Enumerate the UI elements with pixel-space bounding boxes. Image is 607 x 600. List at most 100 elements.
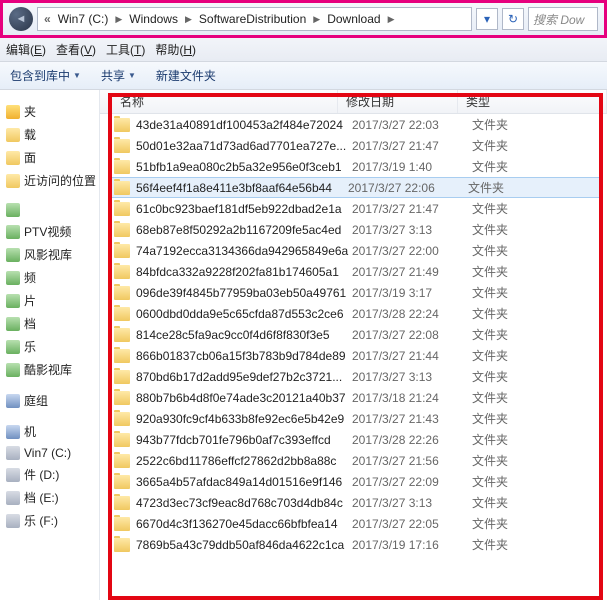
file-date: 2017/3/28 22:24 [352,307,472,321]
column-name[interactable]: 名称 [100,90,338,113]
table-row[interactable]: 096de39f4845b77959ba03eb50a497612017/3/1… [100,282,607,303]
file-name: 68eb87e8f50292a2b1167209fe5ac4ed [136,223,352,237]
media-icon [6,248,20,262]
chevron-down-icon: ▼ [73,71,81,80]
table-row[interactable]: 943b77fdcb701fe796b0af7c393effcd2017/3/2… [100,429,607,450]
sidebar-item[interactable]: 档 [0,312,99,335]
file-date: 2017/3/27 22:05 [352,517,472,531]
crumb-seg[interactable]: SoftwareDistribution [196,12,309,26]
file-type: 文件夹 [472,452,508,469]
folder-icon [114,349,130,363]
sidebar-item[interactable]: 面 [0,146,99,169]
media-icon [6,203,20,217]
table-row[interactable]: 74a7192ecca3134366da942965849e6a2017/3/2… [100,240,607,261]
breadcrumb[interactable]: « Win7 (C:) ▶ Windows ▶ SoftwareDistribu… [37,7,472,31]
file-type: 文件夹 [472,326,508,343]
menu-item[interactable]: 查看(V) [56,41,96,58]
table-row[interactable]: 43de31a40891df100453a2f484e720242017/3/2… [100,114,607,135]
toolbar: 包含到库中 ▼ 共享 ▼ 新建文件夹 [0,62,607,90]
folder-icon [114,391,130,405]
table-row[interactable]: 880b7b6b4d8f0e74ade3c20121a40b372017/3/1… [100,387,607,408]
file-date: 2017/3/27 22:03 [352,118,472,132]
file-name: 2522c6bd11786effcf27862d2bb8a88c [136,454,352,468]
sidebar-item[interactable]: Vin7 (C:) [0,443,99,463]
drive-icon [6,468,20,482]
file-date: 2017/3/27 21:43 [352,412,472,426]
search-input[interactable]: 搜索 Dow [528,7,598,31]
folder-icon [114,517,130,531]
sidebar-item[interactable]: 机 [0,420,99,443]
crumb-seg[interactable]: Windows [126,12,181,26]
table-row[interactable]: 6670d4c3f136270e45dacc66bfbfea142017/3/2… [100,513,607,534]
refresh-button[interactable]: ↻ [502,8,524,30]
sidebar-item[interactable]: 乐 [0,335,99,358]
sidebar-item[interactable]: 频 [0,266,99,289]
table-row[interactable]: 870bd6b17d2add95e9def27b2c3721...2017/3/… [100,366,607,387]
file-type: 文件夹 [472,410,508,427]
sidebar-item-label: 乐 [24,338,36,355]
table-row[interactable]: 920a930fc9cf4b633b8fe92ec6e5b42e92017/3/… [100,408,607,429]
fav-icon [6,105,20,119]
table-row[interactable]: 84bfdca332a9228f202fa81b174605a12017/3/2… [100,261,607,282]
file-type: 文件夹 [472,368,508,385]
table-row[interactable]: 2522c6bd11786effcf27862d2bb8a88c2017/3/2… [100,450,607,471]
column-date[interactable]: 修改日期 [338,90,458,113]
main-area: 夹载面近访问的位置 PTV视频风影视库频片档乐酷影视库庭组机 Vin7 (C:)件 … [0,90,607,600]
folder-icon [114,307,130,321]
file-date: 2017/3/27 22:00 [352,244,472,258]
sidebar-item[interactable]: PTV视频 [0,220,99,243]
sidebar-item[interactable]: 风影视库 [0,243,99,266]
sidebar-item-label: PTV视频 [24,223,71,240]
media-icon [6,271,20,285]
sidebar-item[interactable]: 近访问的位置 [0,169,99,192]
sidebar-item[interactable]: 酷影视库 [0,358,99,381]
table-row[interactable]: 50d01e32aa71d73ad6ad7701ea727e...2017/3/… [100,135,607,156]
table-row[interactable]: 68eb87e8f50292a2b1167209fe5ac4ed2017/3/2… [100,219,607,240]
crumb-seg[interactable]: Download [324,12,383,26]
overflow-chevron-icon[interactable]: « [42,12,53,26]
include-in-library-button[interactable]: 包含到库中 ▼ [10,67,81,84]
menu-item[interactable]: 编辑(E) [6,41,46,58]
sidebar-item[interactable]: 档 (E:) [0,486,99,509]
folder-icon [114,412,130,426]
table-row[interactable]: 61c0bc923baef181df5eb922dbad2e1a2017/3/2… [100,198,607,219]
sidebar-item[interactable] [0,200,99,220]
file-type: 文件夹 [472,200,508,217]
file-date: 2017/3/27 3:13 [352,370,472,384]
column-type[interactable]: 类型 [458,90,607,113]
table-row[interactable]: 7869b5a43c79ddb50af846da4622c1ca2017/3/1… [100,534,607,555]
share-button[interactable]: 共享 ▼ [101,67,136,84]
back-button[interactable]: ◄ [9,7,33,31]
sidebar-item[interactable]: 载 [0,123,99,146]
address-dropdown-button[interactable]: ▾ [476,8,498,30]
table-row[interactable]: 866b01837cb06a15f3b783b9d784de892017/3/2… [100,345,607,366]
table-row[interactable]: 4723d3ec73cf9eac8d768c703d4db84c2017/3/2… [100,492,607,513]
chevron-right-icon: ▶ [113,14,124,25]
folder-icon [114,433,130,447]
file-type: 文件夹 [472,242,508,259]
table-row[interactable]: 56f4eef4f1a8e411e3bf8aaf64e56b442017/3/2… [110,177,603,198]
crumb-seg[interactable]: Win7 (C:) [55,12,112,26]
table-row[interactable]: 3665a4b57afdac849a14d01516e9f1462017/3/2… [100,471,607,492]
sidebar-item[interactable]: 乐 (F:) [0,509,99,532]
menu-item[interactable]: 帮助(H) [155,41,196,58]
sidebar-item-label: 机 [24,423,36,440]
new-folder-button[interactable]: 新建文件夹 [156,67,216,84]
sidebar-item[interactable]: 件 (D:) [0,463,99,486]
folder-icon [6,128,20,142]
file-name: 4723d3ec73cf9eac8d768c703d4db84c [136,496,352,510]
sidebar-item-label: 庭组 [24,392,48,409]
table-row[interactable]: 0600dbd0dda9e5c65cfda87d553c2ce62017/3/2… [100,303,607,324]
sidebar-item[interactable]: 夹 [0,100,99,123]
table-row[interactable]: 51bfb1a9ea080c2b5a32e956e0f3ceb12017/3/1… [100,156,607,177]
file-type: 文件夹 [472,284,508,301]
file-type: 文件夹 [472,494,508,511]
sidebar-item[interactable]: 庭组 [0,389,99,412]
file-name: 56f4eef4f1a8e411e3bf8aaf64e56b44 [136,181,348,195]
sidebar-item[interactable]: 片 [0,289,99,312]
folder-icon [114,160,130,174]
menu-item[interactable]: 工具(T) [106,41,145,58]
folder-icon [6,174,20,188]
table-row[interactable]: 814ce28c5fa9ac9cc0f4d6f8f830f3e52017/3/2… [100,324,607,345]
menu-bar: 编辑(E) 查看(V) 工具(T) 帮助(H) [0,38,607,62]
